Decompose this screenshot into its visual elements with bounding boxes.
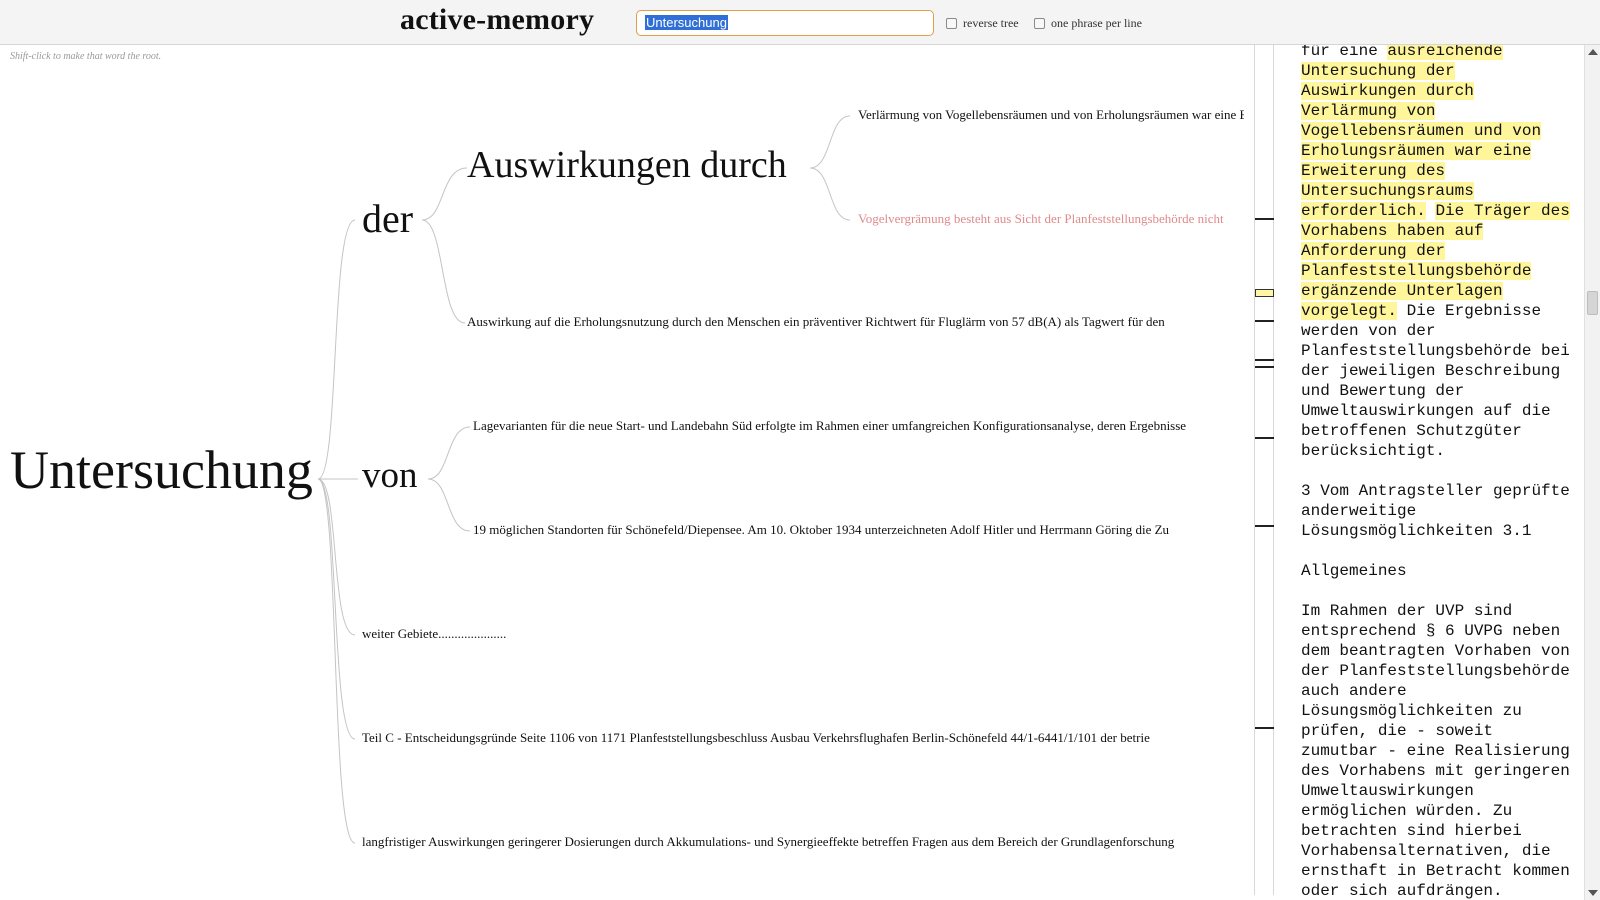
tree-leaf-19-standorten[interactable]: 19 möglichen Standorten für Schönefeld/D… <box>473 522 1244 538</box>
connector-von-lagevarianten <box>427 426 471 480</box>
tree-node-der[interactable]: der <box>362 195 413 242</box>
occurrence-marker[interactable] <box>1255 359 1274 361</box>
tree-root-word[interactable]: Untersuchung <box>10 439 313 501</box>
text-scrollbar[interactable] <box>1584 45 1600 900</box>
top-bar: active-memory Untersuchung reverse tree … <box>0 0 1600 45</box>
one-phrase-label: one phrase per line <box>1051 16 1142 30</box>
connector-root-langfristig <box>317 478 356 844</box>
highlighted-passage: ausreichende Untersuchung der Auswirkung… <box>1301 45 1542 220</box>
occurrence-marker[interactable] <box>1255 320 1274 322</box>
text-passage: Die Ergebnisse werden von der Planfestst… <box>1301 302 1570 900</box>
tree-node-von[interactable]: von <box>362 454 418 497</box>
occurrence-marker[interactable] <box>1255 437 1274 439</box>
connector-der-auswirkungen <box>421 167 468 221</box>
tree-leaf-auswirkung[interactable]: Auswirkung auf die Erholungsnutzung durc… <box>467 314 1244 330</box>
source-text: für eine ausreichende Untersuchung der A… <box>1301 45 1582 900</box>
search-input[interactable]: Untersuchung <box>636 10 934 36</box>
source-text-pane[interactable]: für eine ausreichende Untersuchung der A… <box>1276 45 1582 900</box>
one-phrase-option[interactable]: one phrase per line <box>1034 16 1142 31</box>
connector-root-der <box>317 219 356 480</box>
connector-von-19 <box>427 478 471 532</box>
text-passage: für eine <box>1301 45 1388 60</box>
text-passage <box>1426 202 1436 220</box>
word-tree: Untersuchung der Auswirkungen durch von … <box>0 45 1244 900</box>
one-phrase-checkbox[interactable] <box>1034 18 1045 29</box>
tree-leaf-verlaermung[interactable]: Verlärmung von Vogellebensräumen und von… <box>858 107 1244 123</box>
tree-leaf-vogelvergraemung[interactable]: Vogelvergrämung besteht aus Sicht der Pl… <box>858 211 1244 227</box>
tree-node-auswirkungen-durch[interactable]: Auswirkungen durch <box>467 143 787 187</box>
occurrence-marker[interactable] <box>1255 218 1274 220</box>
tree-leaf-teil-c[interactable]: Teil C - Entscheidungsgründe Seite 1106 … <box>362 730 1244 746</box>
tree-leaf-weiter-gebiete[interactable]: weiter Gebiete..................... <box>362 626 762 642</box>
app-title: active-memory <box>400 3 595 36</box>
connector-auswirkungen-vogel <box>809 167 851 221</box>
reverse-tree-checkbox[interactable] <box>946 18 957 29</box>
connector-root-weiter <box>317 478 356 636</box>
connector-der-auswirkung <box>421 219 466 324</box>
tree-leaf-lagevarianten[interactable]: Lagevarianten für die neue Start- und La… <box>473 418 1244 434</box>
occurrence-marker[interactable] <box>1255 525 1274 527</box>
scroll-up-arrow-icon[interactable] <box>1588 49 1598 55</box>
search-input-value: Untersuchung <box>645 15 728 30</box>
occurrence-marker[interactable] <box>1255 366 1274 368</box>
tree-leaf-langfristiger[interactable]: langfristiger Auswirkungen geringerer Do… <box>362 834 1244 850</box>
reverse-tree-label: reverse tree <box>963 16 1019 30</box>
scroll-thumb[interactable] <box>1587 291 1598 315</box>
scroll-down-arrow-icon[interactable] <box>1588 890 1598 896</box>
occurrence-marker[interactable] <box>1255 727 1274 729</box>
connector-auswirkungen-verlaermung <box>809 115 851 169</box>
reverse-tree-option[interactable]: reverse tree <box>946 16 1019 31</box>
current-occurrence-marker[interactable] <box>1255 289 1274 297</box>
occurrence-marker-strip[interactable] <box>1254 45 1274 895</box>
